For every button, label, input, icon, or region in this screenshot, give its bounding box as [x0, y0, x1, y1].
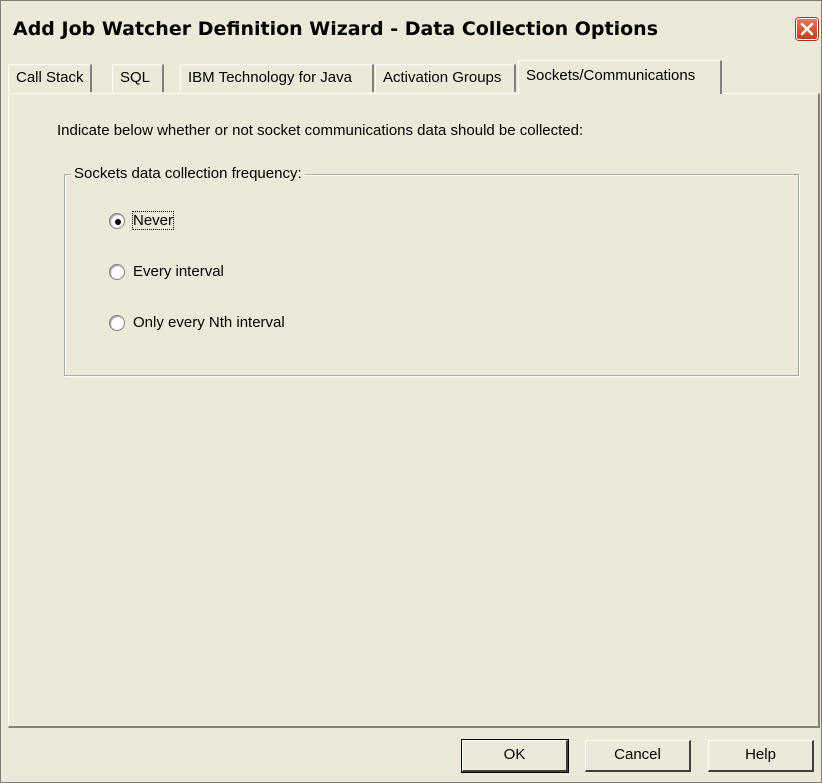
radio-label[interactable]: Only every Nth interval	[133, 314, 285, 331]
tab-sql[interactable]: SQL	[112, 64, 164, 92]
wizard-window: Add Job Watcher Definition Wizard - Data…	[0, 0, 822, 783]
tab-label: Call Stack	[16, 69, 84, 86]
tab-label: SQL	[120, 69, 151, 86]
title-bar[interactable]: Add Job Watcher Definition Wizard - Data…	[1, 1, 821, 57]
instruction-text: Indicate below whether or not socket com…	[57, 122, 584, 139]
radio-label[interactable]: Never	[131, 211, 175, 230]
radio-button[interactable]	[109, 315, 125, 331]
radio-button[interactable]	[109, 264, 125, 280]
close-icon	[800, 22, 814, 36]
tab-label: IBM Technology for Java	[188, 69, 352, 86]
radio-label[interactable]: Every interval	[133, 263, 224, 280]
radio-selected-dot	[115, 219, 121, 225]
tab-ibm-technology-for-java[interactable]: IBM Technology for Java	[180, 64, 374, 92]
tab-label: Activation Groups	[383, 69, 502, 86]
close-button[interactable]	[796, 18, 818, 40]
tab-label: Sockets/Communications	[526, 67, 696, 84]
cancel-button[interactable]: Cancel	[585, 740, 691, 772]
ok-button[interactable]: OK	[461, 739, 569, 773]
tab-sockets-communications[interactable]: Sockets/Communications	[518, 60, 722, 94]
tab-call-stack[interactable]: Call Stack	[8, 64, 92, 92]
group-label: Sockets data collection frequency:	[71, 165, 305, 182]
radio-button[interactable]	[109, 213, 125, 229]
tab-activation-groups[interactable]: Activation Groups	[375, 64, 516, 92]
window-title: Add Job Watcher Definition Wizard - Data…	[13, 18, 659, 40]
help-button[interactable]: Help	[708, 740, 814, 772]
